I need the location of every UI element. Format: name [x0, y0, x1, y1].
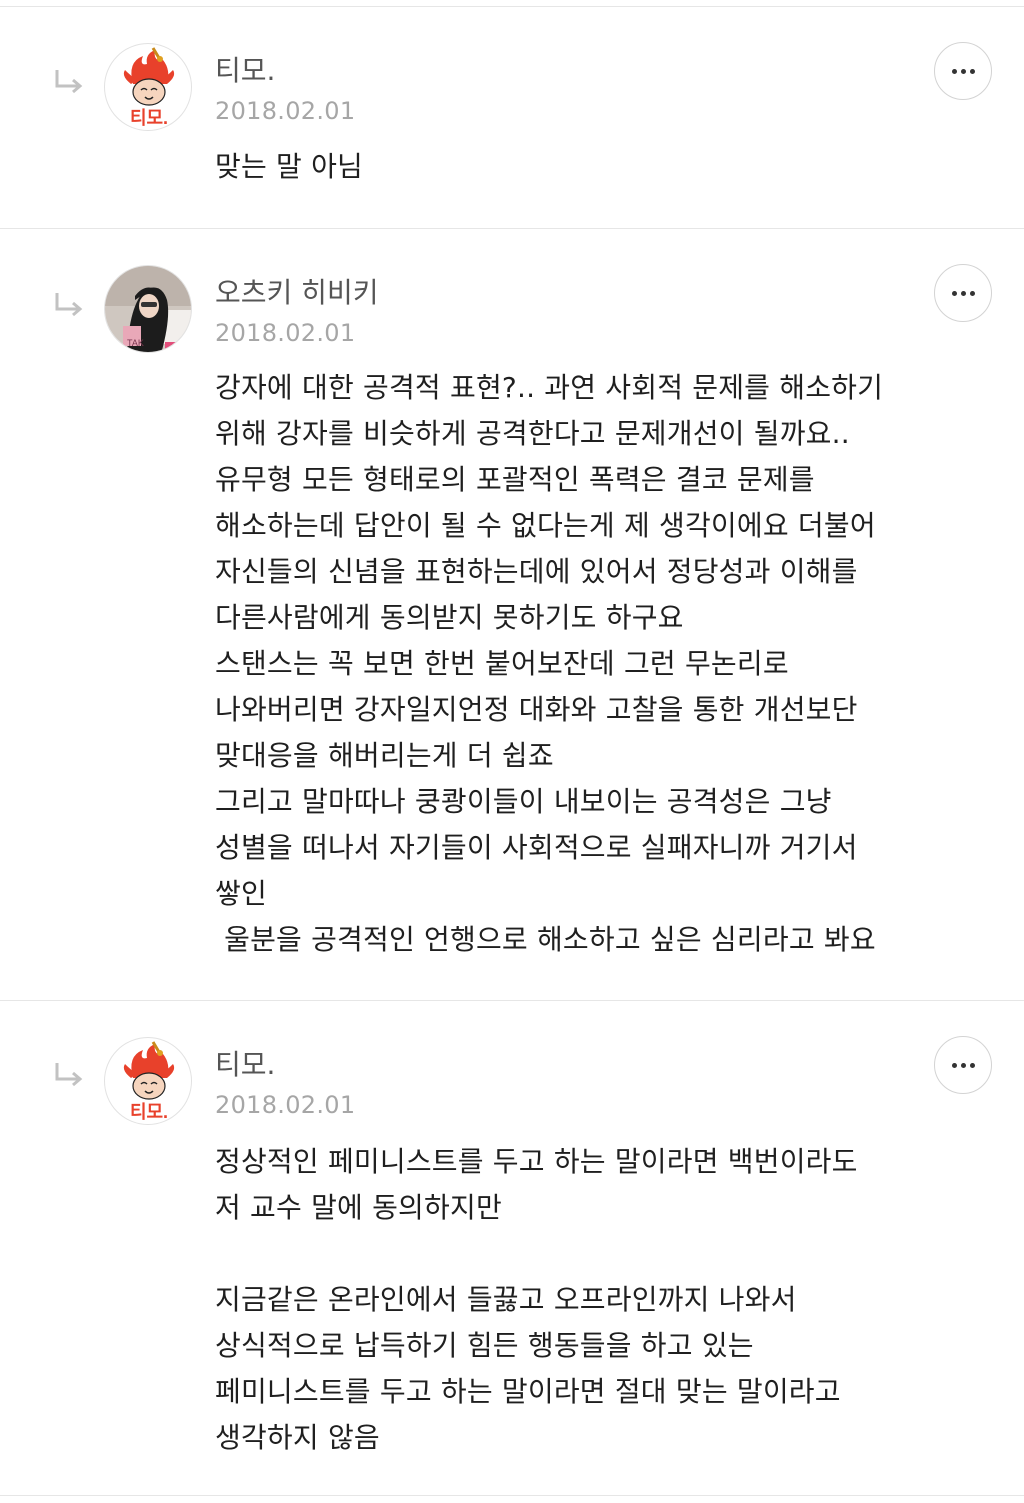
more-options-button[interactable]: [934, 264, 992, 322]
comment-text: 강자에 대한 공격적 표현?.. 과연 사회적 문제를 해소하기 위해 강자를 …: [215, 371, 884, 956]
comment-text: 맞는 말 아님: [215, 150, 364, 183]
svg-text:TAK: TAK: [127, 338, 144, 348]
reply-comment: 티모. 티모. 2018.02.01 맞는 말 아님: [0, 0, 1024, 228]
more-dots-icon: [951, 1062, 975, 1068]
more-dots-icon: [951, 290, 975, 296]
svg-text:티모.: 티모.: [130, 108, 168, 128]
comment-date: 2018.02.01: [215, 1091, 356, 1119]
more-dots-icon: [951, 68, 975, 74]
photo-avatar-icon: TAK: [105, 266, 191, 352]
svg-text:티모.: 티모.: [130, 1102, 168, 1122]
reply-comment: TAK 오츠키 히비키 2018.02.01 강자에 대한 공격적 표현?.. …: [0, 229, 1024, 1000]
avatar[interactable]: 티모.: [104, 1037, 192, 1125]
avatar[interactable]: TAK: [104, 265, 192, 353]
more-options-button[interactable]: [934, 42, 992, 100]
avatar[interactable]: 티모.: [104, 43, 192, 131]
timo-avatar-icon: 티모.: [123, 47, 175, 128]
comment-date: 2018.02.01: [215, 319, 356, 347]
reply-arrow-icon: [55, 70, 83, 94]
comment-author[interactable]: 오츠키 히비키: [215, 276, 378, 310]
comment-author[interactable]: 티모.: [215, 54, 275, 88]
more-options-button[interactable]: [934, 1036, 992, 1094]
comment-text: 정상적인 페미니스트를 두고 하는 말이라면 백번이라도 저 교수 말에 동의하…: [215, 1145, 858, 1454]
reply-comment: 티모. 티모. 2018.02.01 정상적인 페미니스트를 두고 하는 말이라…: [0, 1001, 1024, 1495]
comment-divider: [0, 1495, 1024, 1496]
timo-avatar-icon: 티모.: [123, 1041, 175, 1122]
reply-arrow-icon: [55, 293, 83, 317]
comment-author[interactable]: 티모.: [215, 1048, 275, 1082]
comment-date: 2018.02.01: [215, 97, 356, 125]
reply-arrow-icon: [55, 1063, 83, 1087]
